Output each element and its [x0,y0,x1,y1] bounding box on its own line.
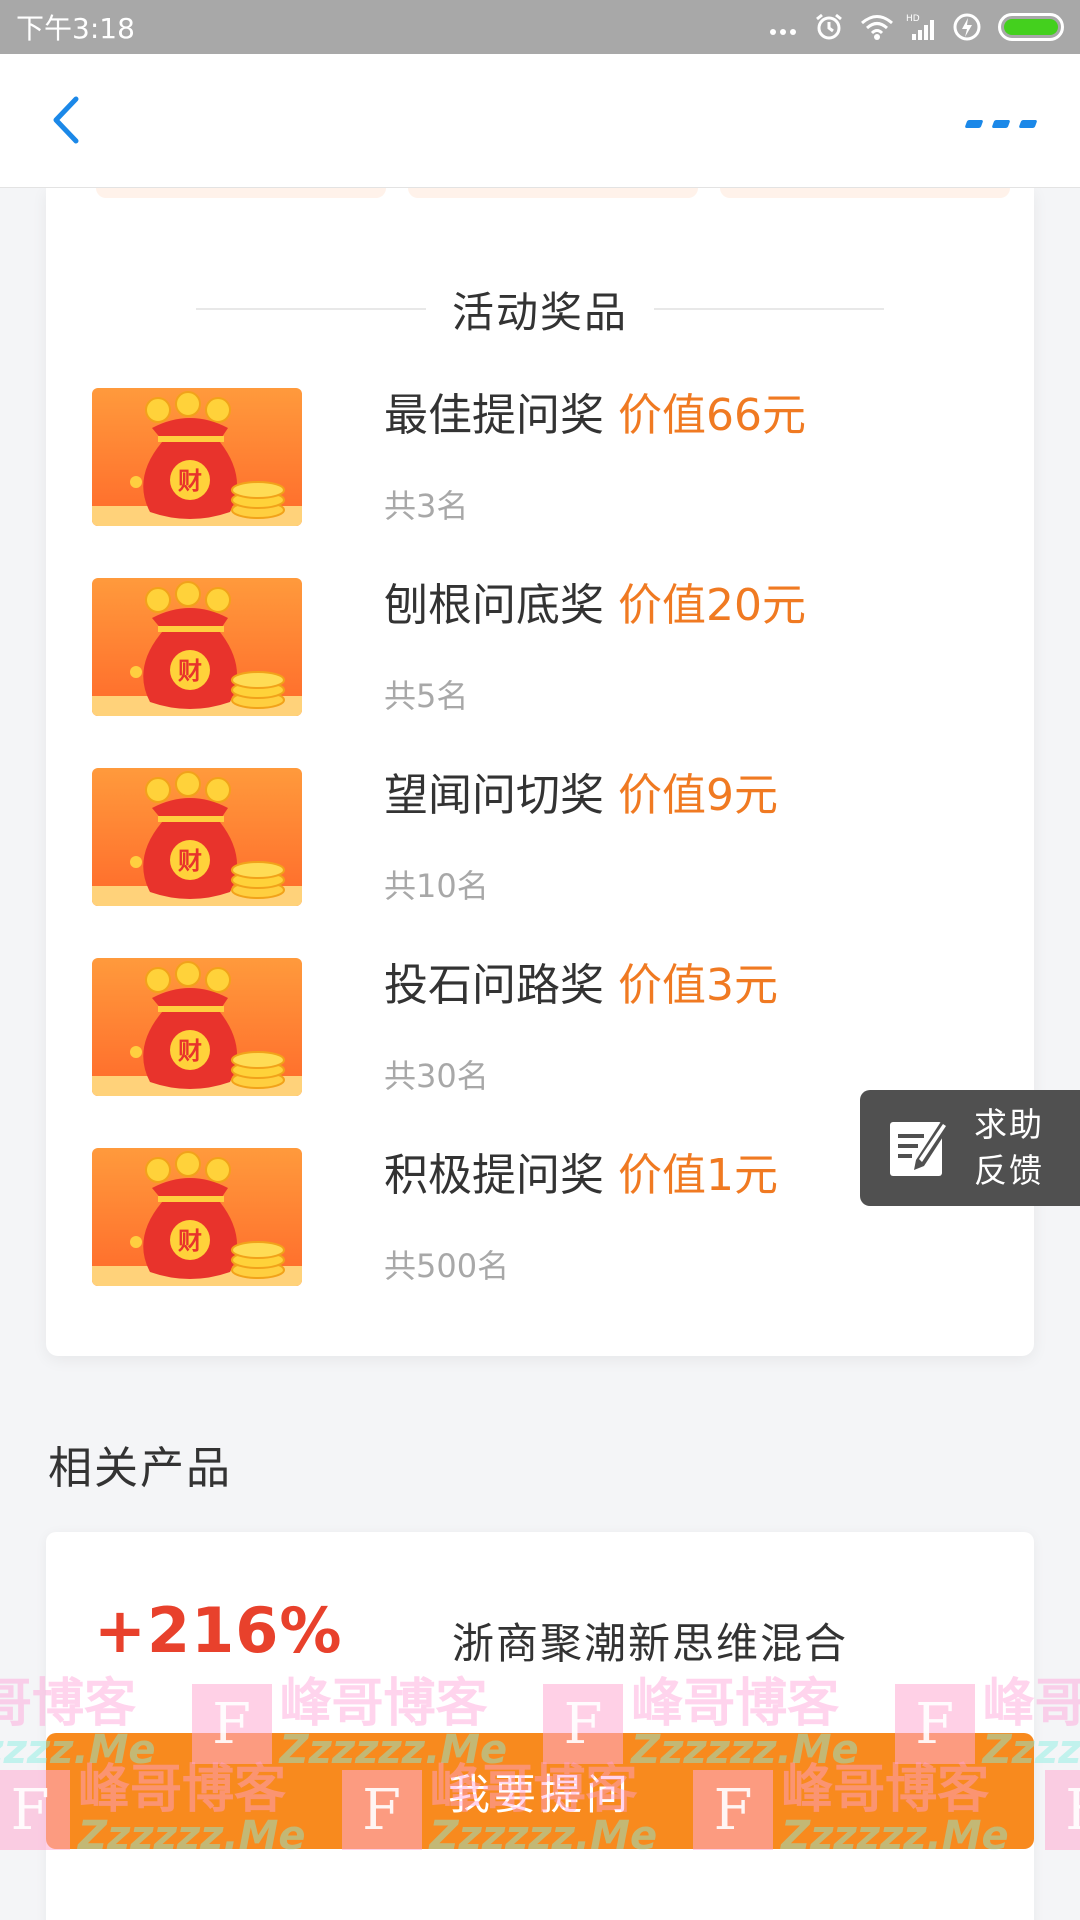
prize-item: 财 刨根问底奖 价值20元 共5名 [92,578,992,768]
divider [195,308,426,310]
money-bag-icon: 财 [92,958,302,1096]
prize-thumbnail: 财 [92,958,302,1096]
money-bag-glyph: 财 [178,1227,202,1255]
prize-value: 价值1元 [618,1150,778,1201]
money-bag-glyph: 财 [178,1037,202,1065]
money-bag-icon: 财 [92,1148,302,1286]
section-title: 活动奖品 [46,284,1034,337]
money-bag-icon: 财 [92,578,302,716]
prize-item: 财 最佳提问奖 价值66元 共3名 [92,388,992,578]
prize-name: 积极提问奖 价值1元 [384,1148,778,1204]
tab-stub [720,188,1010,198]
prize-name: 望闻问切奖 价值9元 [384,768,778,824]
chevron-left-icon [48,95,82,149]
prize-thumbnail: 财 [92,768,302,906]
prize-count: 共500名 [384,1247,510,1285]
prize-title: 投石问路奖 [384,960,604,1011]
prize-count: 共5名 [384,677,469,715]
prize-list: 财 最佳提问奖 价值66元 共3名 财 刨根问底奖 价值20元 共5名 财 望闻… [92,388,992,1338]
nav-bar [0,54,1080,188]
prize-count: 共10名 [384,867,489,905]
prize-name: 刨根问底奖 价值20元 [384,578,806,634]
status-icons: HD [768,12,1064,42]
prize-title: 望闻问切奖 [384,770,604,821]
prize-thumbnail: 财 [92,578,302,716]
money-bag-icon: 财 [92,388,302,526]
prize-title: 积极提问奖 [384,1150,604,1201]
prize-title: 最佳提问奖 [384,390,604,441]
prize-thumbnail: 财 [92,1148,302,1286]
edit-note-icon [886,1112,954,1184]
help-feedback-button[interactable]: 求助 反馈 [860,1090,1080,1206]
main-content[interactable]: 活动奖品 财 最佳提问奖 价值66元 共3名 财 刨根问底奖 价值20元 共5名… [0,188,1080,1920]
prize-item: 财 望闻问切奖 价值9元 共10名 [92,768,992,958]
money-bag-glyph: 财 [178,657,202,685]
prize-item: 财 投石问路奖 价值3元 共30名 [92,958,992,1148]
prize-count: 共30名 [384,1057,489,1095]
ask-question-button[interactable]: 我要提问 [46,1733,1034,1849]
alarm-icon [814,12,844,42]
prize-value: 价值20元 [618,580,806,631]
back-button[interactable] [40,92,90,152]
help-label-line2: 反馈 [974,1151,1044,1190]
more-icon [964,120,984,128]
prize-name: 投石问路奖 价值3元 [384,958,778,1014]
prize-value: 价值9元 [618,770,778,821]
prize-value: 价值66元 [618,390,806,441]
money-bag-glyph: 财 [178,467,202,495]
prize-title: 刨根问底奖 [384,580,604,631]
prizes-title: 活动奖品 [451,287,628,337]
prize-value: 价值3元 [618,960,778,1011]
wifi-icon [860,12,893,42]
prize-count: 共3名 [384,487,469,525]
help-label-line1: 求助 [974,1105,1044,1144]
hd-signal-icon: HD [906,12,936,42]
prize-item: 财 积极提问奖 价值1元 共500名 [92,1148,992,1338]
svg-text:HD: HD [906,14,920,24]
tab-stub [96,188,386,198]
status-bar: 下午3:18 HD [0,0,1080,54]
money-bag-glyph: 财 [178,847,202,875]
money-bag-icon: 财 [92,768,302,906]
more-dots-icon [768,12,798,42]
product-rate: +216% [94,1594,343,1667]
product-card[interactable]: +216% 浙商聚潮新思维混合 [46,1532,1034,1920]
charging-icon [952,12,982,42]
related-title: 相关产品 [48,1443,232,1494]
status-time: 下午3:18 [16,12,135,45]
battery-icon [998,13,1064,41]
more-button[interactable] [964,104,1038,144]
prize-thumbnail: 财 [92,388,302,526]
help-label: 求助 反馈 [974,1102,1044,1194]
tab-stub [408,188,698,198]
product-name: 浙商聚潮新思维混合 [452,1619,849,1668]
prize-name: 最佳提问奖 价值66元 [384,388,806,444]
divider [654,308,884,310]
